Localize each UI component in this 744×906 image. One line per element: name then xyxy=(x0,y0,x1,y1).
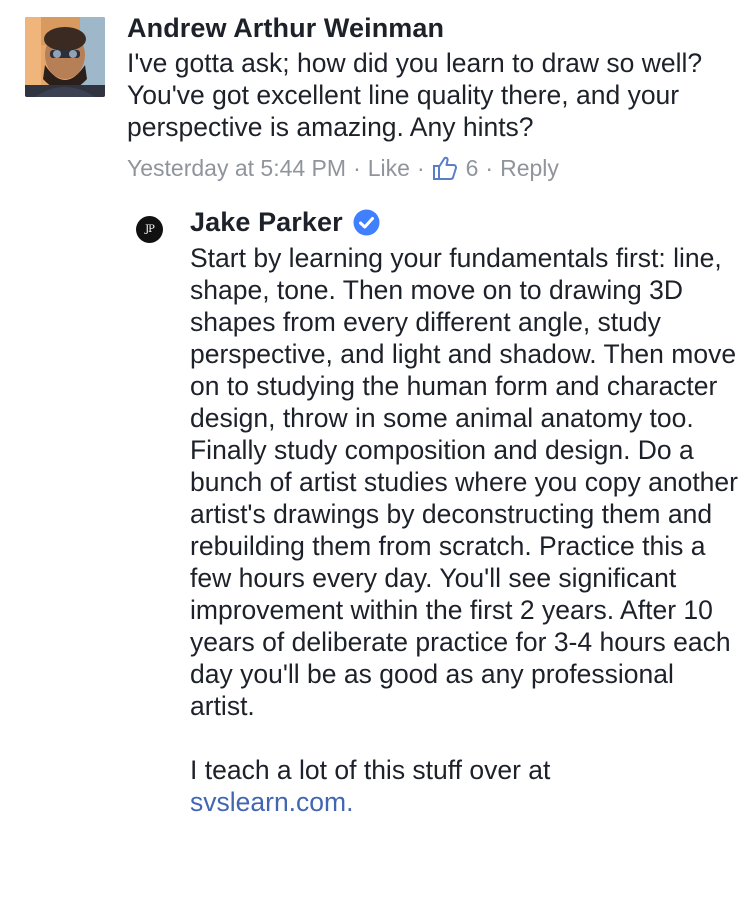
svslearn-link[interactable]: svslearn.com. xyxy=(190,787,353,817)
reply-author-row: Jake Parker xyxy=(190,206,740,238)
reply-paragraph: I teach a lot of this stuff over at svsle… xyxy=(190,754,740,818)
like-button[interactable]: Like xyxy=(368,153,410,183)
like-count[interactable]: 6 xyxy=(466,153,479,183)
comment-timestamp[interactable]: Yesterday at 5:44 PM xyxy=(127,153,346,183)
user-avatar[interactable] xyxy=(25,17,105,97)
comment-meta: Yesterday at 5:44 PM · Like · 6 · Reply xyxy=(127,153,739,183)
thumbs-up-icon xyxy=(432,155,458,181)
reply-author[interactable]: Jake Parker xyxy=(190,206,343,238)
reply-button[interactable]: Reply xyxy=(500,153,559,183)
reply-text: Start by learning your fundamentals firs… xyxy=(190,242,740,818)
meta-separator: · xyxy=(416,155,425,181)
reply-paragraph: Start by learning your fundamentals firs… xyxy=(190,243,738,721)
comment-author[interactable]: Andrew Arthur Weinman xyxy=(127,12,739,44)
meta-separator: · xyxy=(353,155,361,181)
avatar-image xyxy=(25,17,105,97)
verified-badge-icon xyxy=(353,209,380,236)
meta-separator: · xyxy=(485,155,494,181)
comment-text: I've gotta ask; how did you learn to dra… xyxy=(127,48,703,142)
reply-body: Jake Parker Start by learning your funda… xyxy=(190,206,740,818)
comment-body: Andrew Arthur Weinman I've gotta ask; ho… xyxy=(127,12,739,183)
reply-avatar[interactable]: JP xyxy=(136,216,163,243)
reply-paragraph-text: I teach a lot of this stuff over at xyxy=(190,755,551,785)
